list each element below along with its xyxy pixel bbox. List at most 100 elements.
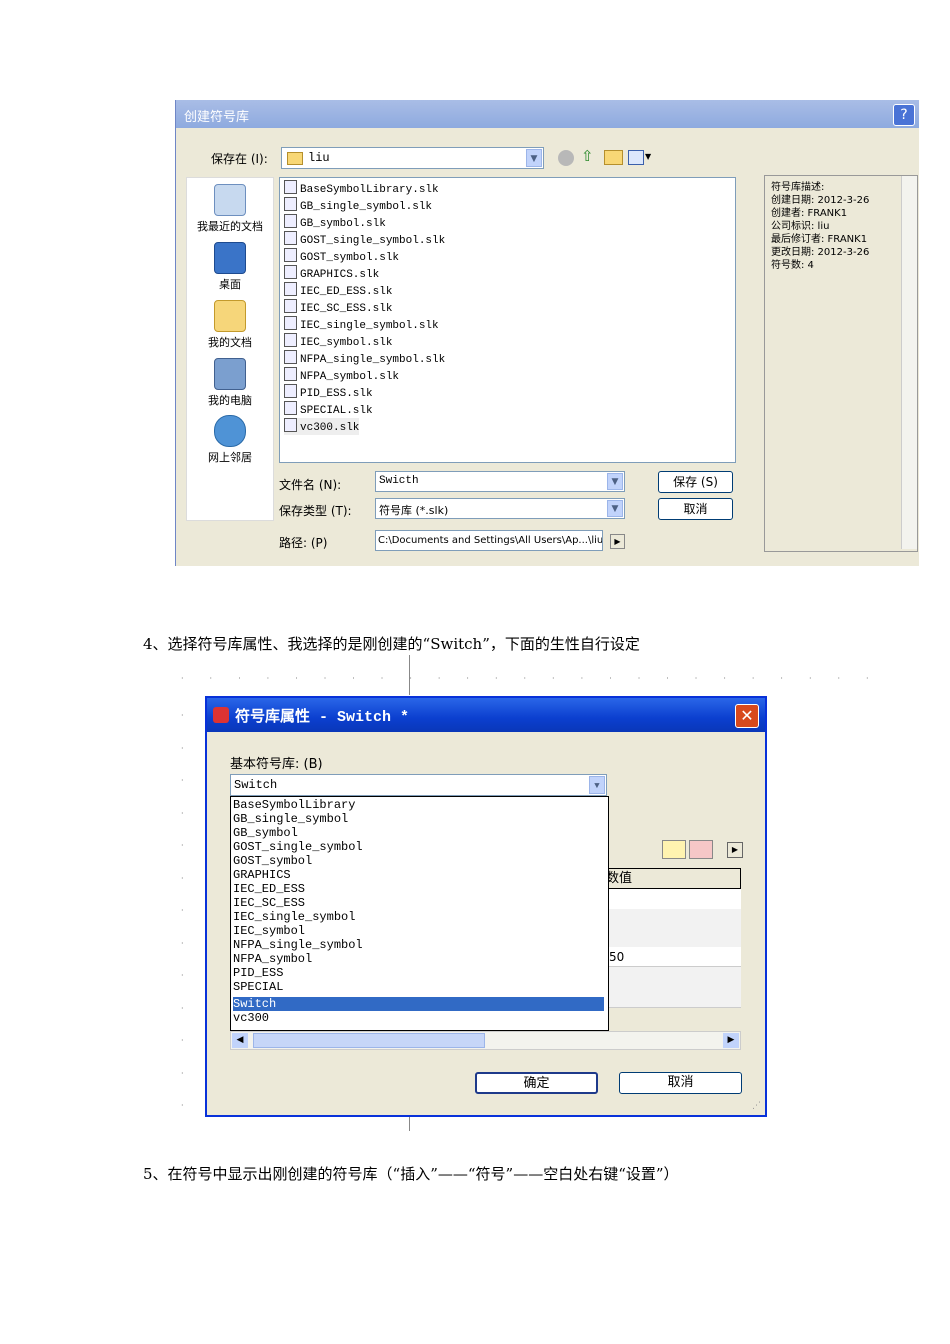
save-in-combo[interactable]: liu ▼ xyxy=(281,147,544,169)
dropdown-option[interactable]: SPECIAL xyxy=(233,980,604,994)
base-library-select[interactable]: Switch ▼ xyxy=(230,774,607,796)
back-icon[interactable] xyxy=(558,150,574,166)
description-line: 符号数: 4 xyxy=(771,260,814,271)
description-line: 最后修订者: FRANK1 xyxy=(771,234,868,245)
list-item[interactable]: GB_symbol.slk xyxy=(284,214,386,231)
dropdown-option[interactable]: IEC_single_symbol xyxy=(233,910,604,924)
view-menu-icon[interactable] xyxy=(628,150,644,165)
scroll-right-icon[interactable]: ▶ xyxy=(723,1033,739,1048)
dropdown-option[interactable]: IEC_symbol xyxy=(233,924,604,938)
file-icon xyxy=(284,367,297,381)
save-in-label: 保存在 (I): xyxy=(211,152,268,166)
table-cell-value[interactable]: 50 xyxy=(605,947,741,967)
list-item[interactable]: NFPA_symbol.slk xyxy=(284,367,399,384)
close-button[interactable]: ✕ xyxy=(735,704,759,728)
chevron-down-icon[interactable]: ▼ xyxy=(607,473,623,490)
save-symbol-library-dialog: 创建符号库 ? 保存在 (I): liu ▼ ⇧ ▼ 我最近的文档 桌面 我的文… xyxy=(175,100,919,566)
place-network[interactable]: 网上邻居 xyxy=(187,415,273,465)
table-row[interactable] xyxy=(605,929,741,948)
my-computer-icon xyxy=(214,358,246,390)
new-folder-icon[interactable] xyxy=(604,150,623,165)
file-icon xyxy=(284,180,297,194)
list-item[interactable]: vc300.slk xyxy=(284,418,360,435)
dropdown-option[interactable]: GB_single_symbol xyxy=(233,812,604,826)
place-desktop[interactable]: 桌面 xyxy=(187,242,273,292)
list-item[interactable]: IEC_single_symbol.slk xyxy=(284,316,439,333)
file-icon xyxy=(284,418,297,432)
place-my-computer[interactable]: 我的电脑 xyxy=(187,358,273,408)
delete-row-icon[interactable] xyxy=(689,840,713,859)
list-item[interactable]: SPECIAL.slk xyxy=(284,401,373,418)
save-button[interactable]: 保存 (S) xyxy=(658,471,733,493)
base-library-dropdown-list[interactable]: BaseSymbolLibrary GB_single_symbol GB_sy… xyxy=(230,796,609,1031)
path-field[interactable]: C:\Documents and Settings\All Users\Ap..… xyxy=(375,530,603,551)
place-recent[interactable]: 我最近的文档 xyxy=(187,184,273,234)
list-item[interactable]: IEC_symbol.slk xyxy=(284,333,392,350)
dropdown-option[interactable]: IEC_ED_ESS xyxy=(233,882,604,896)
description-line: 创建日期: 2012-3-26 xyxy=(771,195,870,206)
resize-grip-icon[interactable]: ⋰ xyxy=(752,1101,761,1111)
dropdown-option[interactable]: BaseSymbolLibrary xyxy=(233,798,604,812)
browse-arrow-icon[interactable]: ▶ xyxy=(610,534,625,549)
grid-header-value: 数值 xyxy=(605,868,741,889)
file-icon xyxy=(284,197,297,211)
list-item[interactable]: PID_ESS.slk xyxy=(284,384,373,401)
file-icon xyxy=(284,282,297,296)
list-item[interactable]: GRAPHICS.slk xyxy=(284,265,379,282)
file-icon xyxy=(284,265,297,279)
guide-line-bottom xyxy=(409,1117,410,1131)
horizontal-scrollbar[interactable]: ◀ ▶ xyxy=(230,1031,741,1050)
scroll-thumb[interactable] xyxy=(253,1033,485,1048)
ok-button[interactable]: 确定 xyxy=(475,1072,598,1094)
path-label: 路径: (P) xyxy=(279,536,328,550)
base-library-label: 基本符号库: (B) xyxy=(230,757,323,772)
filetype-select[interactable]: 符号库 (*.slk) ▼ xyxy=(375,498,625,519)
table-row[interactable] xyxy=(605,889,741,910)
cancel-button[interactable]: 取消 xyxy=(658,498,733,520)
file-icon xyxy=(284,248,297,262)
list-item[interactable]: NFPA_single_symbol.slk xyxy=(284,350,445,367)
up-folder-icon[interactable]: ⇧ xyxy=(581,147,594,165)
dropdown-option[interactable]: IEC_SC_ESS xyxy=(233,896,604,910)
dialog-title-bar: 创建符号库 ? xyxy=(176,100,919,128)
cancel-button[interactable]: 取消 xyxy=(619,1072,742,1094)
list-item[interactable]: BaseSymbolLibrary.slk xyxy=(284,180,439,197)
dropdown-option[interactable]: GRAPHICS xyxy=(233,868,604,882)
dropdown-option[interactable]: GOST_symbol xyxy=(233,854,604,868)
list-item[interactable]: IEC_ED_ESS.slk xyxy=(284,282,392,299)
dropdown-option[interactable]: NFPA_symbol xyxy=(233,952,604,966)
add-row-icon[interactable] xyxy=(662,840,686,859)
table-row[interactable] xyxy=(605,987,741,1008)
view-dropdown-icon[interactable]: ▼ xyxy=(645,152,651,161)
list-item[interactable]: GB_single_symbol.slk xyxy=(284,197,432,214)
list-item[interactable]: GOST_single_symbol.slk xyxy=(284,231,445,248)
play-arrow-icon[interactable]: ▶ xyxy=(727,842,743,858)
scrollbar[interactable] xyxy=(901,176,917,549)
dropdown-option[interactable]: GB_symbol xyxy=(233,826,604,840)
dropdown-option-selected[interactable]: Switch xyxy=(233,997,604,1011)
chevron-down-icon[interactable]: ▼ xyxy=(607,500,623,517)
scroll-left-icon[interactable]: ◀ xyxy=(232,1033,248,1048)
place-my-documents[interactable]: 我的文档 xyxy=(187,300,273,350)
file-icon xyxy=(284,299,297,313)
folder-icon xyxy=(287,152,303,165)
filename-value: Swicth xyxy=(379,475,419,487)
chevron-down-icon[interactable]: ▼ xyxy=(589,776,605,794)
filename-label: 文件名 (N): xyxy=(279,478,342,492)
help-button[interactable]: ? xyxy=(893,104,915,126)
dropdown-option[interactable]: PID_ESS xyxy=(233,966,604,980)
list-item[interactable]: GOST_symbol.slk xyxy=(284,248,399,265)
file-list[interactable]: BaseSymbolLibrary.slk GB_single_symbol.s… xyxy=(279,177,736,463)
dialog-title: 创建符号库 xyxy=(184,110,250,125)
dropdown-option[interactable]: GOST_single_symbol xyxy=(233,840,604,854)
description-line: 公司标识: liu xyxy=(771,221,830,232)
dropdown-option[interactable]: NFPA_single_symbol xyxy=(233,938,604,952)
dropdown-option[interactable]: vc300 xyxy=(233,1011,604,1025)
table-row[interactable] xyxy=(605,967,741,988)
network-icon xyxy=(214,415,246,447)
filename-field[interactable]: Swicth ▼ xyxy=(375,471,625,492)
chevron-down-icon[interactable]: ▼ xyxy=(526,149,542,167)
symbol-library-properties-dialog: 符号库属性 - Switch * ✕ 基本符号库: (B) Switch ▼ ▶… xyxy=(205,696,767,1117)
list-item[interactable]: IEC_SC_ESS.slk xyxy=(284,299,392,316)
table-row[interactable] xyxy=(605,909,741,930)
